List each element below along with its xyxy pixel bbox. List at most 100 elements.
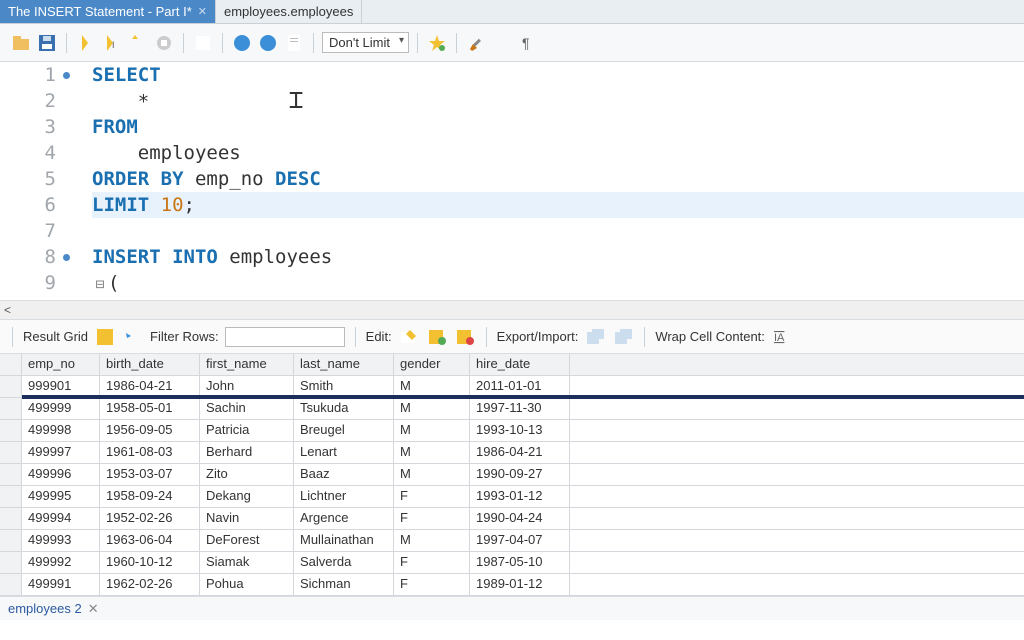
- table-cell[interactable]: Pohua: [200, 574, 294, 595]
- code-area[interactable]: SELECT *ᏆFROM employeesORDER BY emp_no D…: [64, 62, 1024, 300]
- table-cell[interactable]: Smith: [294, 376, 394, 397]
- table-cell[interactable]: M: [394, 464, 470, 485]
- beautify-icon[interactable]: [426, 32, 448, 54]
- table-cell[interactable]: 1997-04-07: [470, 530, 570, 551]
- table-cell[interactable]: Sachin: [200, 398, 294, 419]
- column-header[interactable]: gender: [394, 354, 470, 375]
- stop-icon[interactable]: [153, 32, 175, 54]
- import-icon[interactable]: [612, 326, 634, 348]
- sql-editor[interactable]: 123456789 SELECT *ᏆFROM employeesORDER B…: [0, 62, 1024, 300]
- table-cell[interactable]: 1986-04-21: [100, 376, 200, 397]
- code-line[interactable]: SELECT: [92, 62, 1024, 88]
- code-line[interactable]: *Ꮖ: [92, 88, 1024, 114]
- row-selector-header[interactable]: [0, 354, 22, 375]
- close-icon[interactable]: ✕: [88, 601, 99, 617]
- table-row[interactable]: 4999921960-10-12SiamakSalverdaF1987-05-1…: [0, 552, 1024, 574]
- table-cell[interactable]: 499994: [22, 508, 100, 529]
- table-cell[interactable]: Navin: [200, 508, 294, 529]
- table-row[interactable]: 4999961953-03-07ZitoBaazM1990-09-27: [0, 464, 1024, 486]
- table-cell[interactable]: 1952-02-26: [100, 508, 200, 529]
- table-cell[interactable]: 499995: [22, 486, 100, 507]
- table-cell[interactable]: Breugel: [294, 420, 394, 441]
- table-cell[interactable]: 1963-06-04: [100, 530, 200, 551]
- execute-current-icon[interactable]: I: [101, 32, 123, 54]
- commit-icon[interactable]: [231, 32, 253, 54]
- table-row[interactable]: 4999971961-08-03BerhardLenartM1986-04-21: [0, 442, 1024, 464]
- tab-insert-statement[interactable]: The INSERT Statement - Part I* ✕: [0, 0, 216, 23]
- table-cell[interactable]: 999901: [22, 376, 100, 397]
- row-selector[interactable]: [0, 486, 22, 507]
- table-cell[interactable]: Mullainathan: [294, 530, 394, 551]
- table-cell[interactable]: DeForest: [200, 530, 294, 551]
- table-cell[interactable]: 499992: [22, 552, 100, 573]
- code-line[interactable]: [92, 218, 1024, 244]
- editor-hscrollbar[interactable]: <: [0, 300, 1024, 320]
- table-cell[interactable]: 1989-01-12: [470, 574, 570, 595]
- code-line[interactable]: FROM: [92, 114, 1024, 140]
- table-cell[interactable]: Sichman: [294, 574, 394, 595]
- scroll-left-icon[interactable]: <: [4, 303, 11, 317]
- edit-row-icon[interactable]: [398, 326, 420, 348]
- wrap-cell-icon[interactable]: IA: [771, 326, 793, 348]
- column-header[interactable]: birth_date: [100, 354, 200, 375]
- code-line[interactable]: ORDER BY emp_no DESC: [92, 166, 1024, 192]
- table-cell[interactable]: Lenart: [294, 442, 394, 463]
- row-selector[interactable]: [0, 398, 22, 419]
- code-line[interactable]: ⊟(: [92, 270, 1024, 296]
- row-selector[interactable]: [0, 530, 22, 551]
- table-row[interactable]: 4999951958-09-24DekangLichtnerF1993-01-1…: [0, 486, 1024, 508]
- toggle-autocommit-icon[interactable]: [192, 32, 214, 54]
- limit-rows-select[interactable]: Don't Limit: [322, 32, 409, 53]
- table-cell[interactable]: 1956-09-05: [100, 420, 200, 441]
- table-cell[interactable]: F: [394, 574, 470, 595]
- table-cell[interactable]: 499996: [22, 464, 100, 485]
- table-cell[interactable]: F: [394, 552, 470, 573]
- brush-icon[interactable]: [465, 32, 487, 54]
- fold-icon[interactable]: ⊟: [92, 271, 108, 297]
- table-cell[interactable]: Salverda: [294, 552, 394, 573]
- table-cell[interactable]: 1993-10-13: [470, 420, 570, 441]
- column-header[interactable]: hire_date: [470, 354, 570, 375]
- grid-view-icon[interactable]: [94, 326, 116, 348]
- row-selector[interactable]: [0, 420, 22, 441]
- table-row[interactable]: 4999991958-05-01SachinTsukudaM1997-11-30: [0, 398, 1024, 420]
- table-cell[interactable]: Baaz: [294, 464, 394, 485]
- table-cell[interactable]: M: [394, 398, 470, 419]
- table-row[interactable]: 4999931963-06-04DeForestMullainathanM199…: [0, 530, 1024, 552]
- table-cell[interactable]: 499997: [22, 442, 100, 463]
- code-line[interactable]: employees: [92, 140, 1024, 166]
- table-cell[interactable]: Siamak: [200, 552, 294, 573]
- table-cell[interactable]: 1990-04-24: [470, 508, 570, 529]
- close-icon[interactable]: ✕: [198, 5, 207, 18]
- table-cell[interactable]: 499993: [22, 530, 100, 551]
- word-wrap-icon[interactable]: [543, 32, 565, 54]
- table-row[interactable]: 4999911962-02-26PohuaSichmanF1989-01-12: [0, 574, 1024, 596]
- find-icon[interactable]: [491, 32, 513, 54]
- delete-row-icon[interactable]: [454, 326, 476, 348]
- refresh-icon[interactable]: [122, 326, 144, 348]
- table-cell[interactable]: F: [394, 486, 470, 507]
- table-cell[interactable]: Argence: [294, 508, 394, 529]
- snippet-icon[interactable]: [283, 32, 305, 54]
- table-cell[interactable]: 499998: [22, 420, 100, 441]
- table-cell[interactable]: Zito: [200, 464, 294, 485]
- table-cell[interactable]: 499999: [22, 398, 100, 419]
- column-header[interactable]: last_name: [294, 354, 394, 375]
- table-cell[interactable]: 1960-10-12: [100, 552, 200, 573]
- table-row[interactable]: 4999981956-09-05PatriciaBreugelM1993-10-…: [0, 420, 1024, 442]
- add-row-icon[interactable]: [426, 326, 448, 348]
- table-cell[interactable]: 1962-02-26: [100, 574, 200, 595]
- table-cell[interactable]: 1958-05-01: [100, 398, 200, 419]
- table-cell[interactable]: 1997-11-30: [470, 398, 570, 419]
- code-line[interactable]: LIMIT 10;: [92, 192, 1024, 218]
- row-selector[interactable]: [0, 464, 22, 485]
- table-cell[interactable]: M: [394, 530, 470, 551]
- pilcrow-icon[interactable]: ¶: [517, 32, 539, 54]
- table-cell[interactable]: M: [394, 376, 470, 397]
- table-row[interactable]: 4999941952-02-26NavinArgenceF1990-04-24: [0, 508, 1024, 530]
- rollback-icon[interactable]: [257, 32, 279, 54]
- table-cell[interactable]: 1961-08-03: [100, 442, 200, 463]
- table-cell[interactable]: John: [200, 376, 294, 397]
- row-selector[interactable]: [0, 552, 22, 573]
- open-file-icon[interactable]: [10, 32, 32, 54]
